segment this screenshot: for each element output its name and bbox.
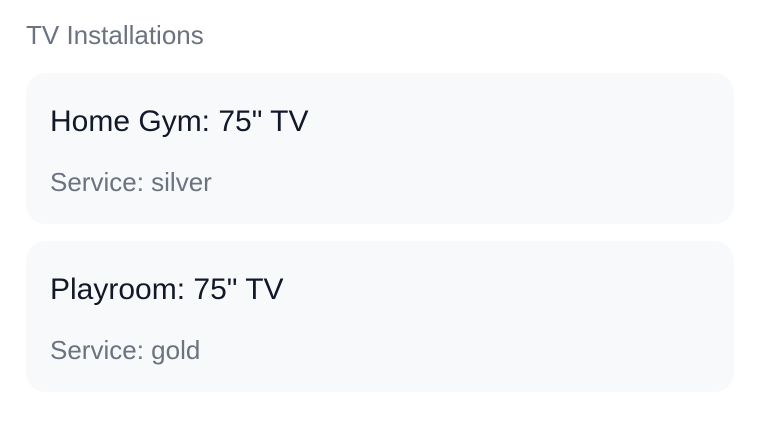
installation-title: Playroom: 75" TV xyxy=(50,273,284,306)
installation-card: Home Gym: 75" TV Service: silver xyxy=(26,73,734,224)
installation-title: Home Gym: 75" TV xyxy=(50,105,309,138)
tv-installations-section: TV Installations Home Gym: 75" TV Servic… xyxy=(26,0,734,392)
section-title: TV Installations xyxy=(26,20,204,50)
installation-card: Playroom: 75" TV Service: gold xyxy=(26,241,734,392)
installation-list: Home Gym: 75" TV Service: silver Playroo… xyxy=(26,73,734,392)
installation-service: Service: silver xyxy=(50,167,212,197)
installation-service: Service: gold xyxy=(50,335,201,365)
